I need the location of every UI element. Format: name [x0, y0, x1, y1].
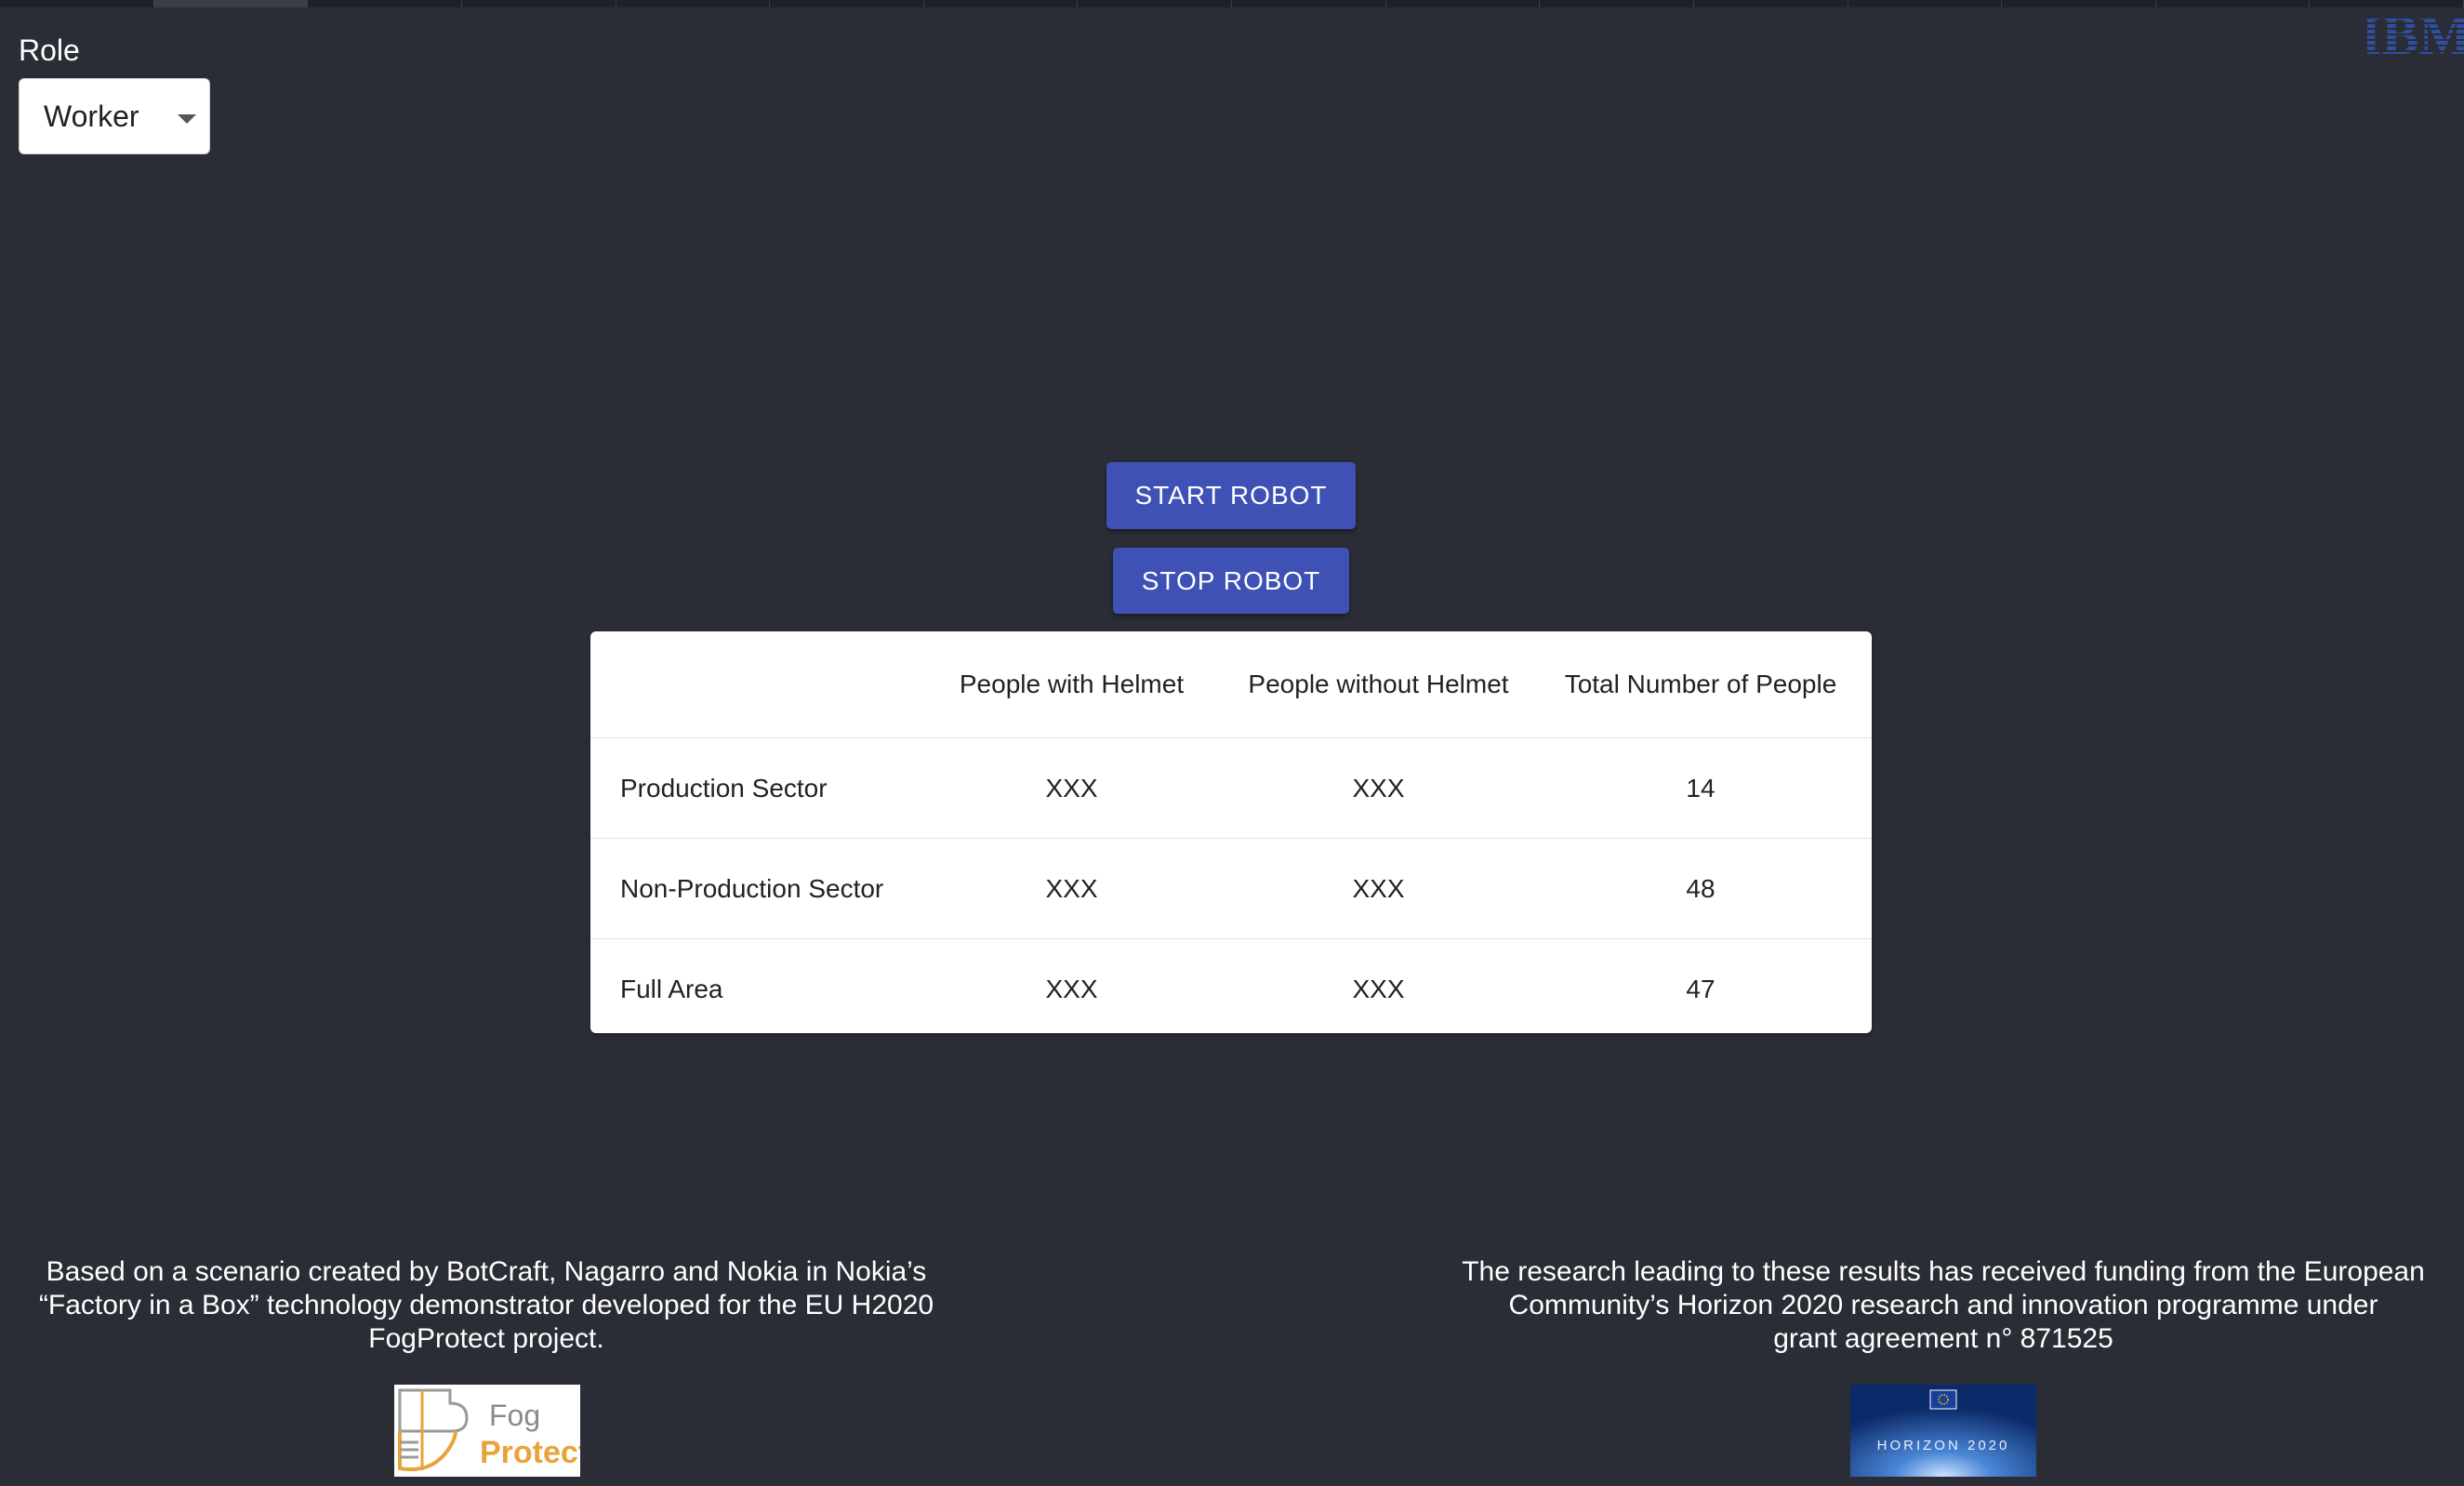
cell-with-helmet: XXX — [916, 838, 1227, 939]
tab[interactable] — [1694, 0, 1848, 7]
chevron-down-icon — [178, 114, 196, 124]
people-table-card: People with Helmet People without Helmet… — [590, 631, 1872, 1033]
footer-left-line: FogProtect project. — [368, 1323, 604, 1354]
role-select[interactable]: Worker — [19, 78, 210, 154]
tab[interactable] — [2156, 0, 2311, 7]
footer-right-line: The research leading to these results ha… — [1462, 1256, 2425, 1287]
horizon-2020-logo-text: HORIZON 2020 — [1877, 1438, 2010, 1453]
footer-right-line: grant agreement n° 871525 — [1773, 1323, 2113, 1354]
row-label: Production Sector — [590, 737, 916, 839]
row-label: Full Area — [620, 974, 723, 1003]
start-robot-button[interactable]: START ROBOT — [1106, 462, 1356, 529]
horizon-2020-logo: HORIZON 2020 — [1850, 1385, 2036, 1477]
top-tab-strip — [0, 0, 2464, 7]
cell-total: 47 — [1686, 974, 1716, 1003]
people-table: People with Helmet People without Helmet… — [590, 631, 1872, 1033]
tab[interactable] — [2002, 0, 2156, 7]
footer-left-line: “Factory in a Box” technology demonstrat… — [38, 1290, 934, 1320]
table-row: Production Sector XXX XXX 14 — [590, 737, 1872, 839]
cell-with-helmet: XXX — [916, 737, 1227, 839]
tab[interactable] — [1386, 0, 1541, 7]
table-header-empty — [590, 631, 916, 738]
ibm-logo-text: IBM — [2367, 7, 2464, 65]
ibm-logo: IBM — [2367, 7, 2464, 65]
cell-total: 48 — [1530, 838, 1872, 939]
tab[interactable] — [462, 0, 616, 7]
cell-without-helmet: XXX — [1227, 838, 1530, 939]
cell-without-helmet: XXX — [1227, 737, 1530, 839]
table-row: Full Area XXX XXX 47 — [590, 939, 1872, 1034]
footer-right-line: Community’s Horizon 2020 research and in… — [1508, 1290, 2378, 1320]
tab[interactable] — [616, 0, 771, 7]
cell-total: 14 — [1530, 737, 1872, 839]
table-row: Non-Production Sector XXX XXX 48 — [590, 838, 1872, 939]
role-select-value: Worker — [44, 99, 139, 133]
tab[interactable] — [1078, 0, 1232, 7]
fogprotect-logo-protect: Protect — [480, 1435, 580, 1470]
stop-robot-button[interactable]: STOP ROBOT — [1113, 548, 1349, 614]
tab[interactable] — [1232, 0, 1386, 7]
footer-left-text: Based on a scenario created by BotCraft,… — [0, 1255, 973, 1356]
table-header-with-helmet: People with Helmet — [916, 631, 1227, 738]
tab[interactable] — [924, 0, 1079, 7]
footer-right-text: The research leading to these results ha… — [1423, 1255, 2464, 1356]
tab-active[interactable] — [153, 0, 309, 7]
role-label: Role — [19, 33, 80, 67]
table-header-row: People with Helmet People without Helmet… — [590, 631, 1872, 738]
tab[interactable] — [308, 0, 462, 7]
cell-without-helmet: XXX — [1352, 974, 1405, 1003]
tab[interactable] — [2310, 0, 2464, 7]
cell-with-helmet: XXX — [1045, 974, 1098, 1003]
tab[interactable] — [1848, 0, 2003, 7]
tab[interactable] — [0, 0, 154, 7]
tab[interactable] — [770, 0, 924, 7]
fogprotect-logo: Fog Protect — [394, 1385, 589, 1477]
tab[interactable] — [1540, 0, 1694, 7]
table-header-total: Total Number of People — [1530, 631, 1872, 738]
fogprotect-logo-fog: Fog — [489, 1399, 540, 1432]
row-label: Non-Production Sector — [590, 838, 916, 939]
footer-left-line: Based on a scenario created by BotCraft,… — [46, 1256, 927, 1287]
table-header-without-helmet: People without Helmet — [1227, 631, 1530, 738]
